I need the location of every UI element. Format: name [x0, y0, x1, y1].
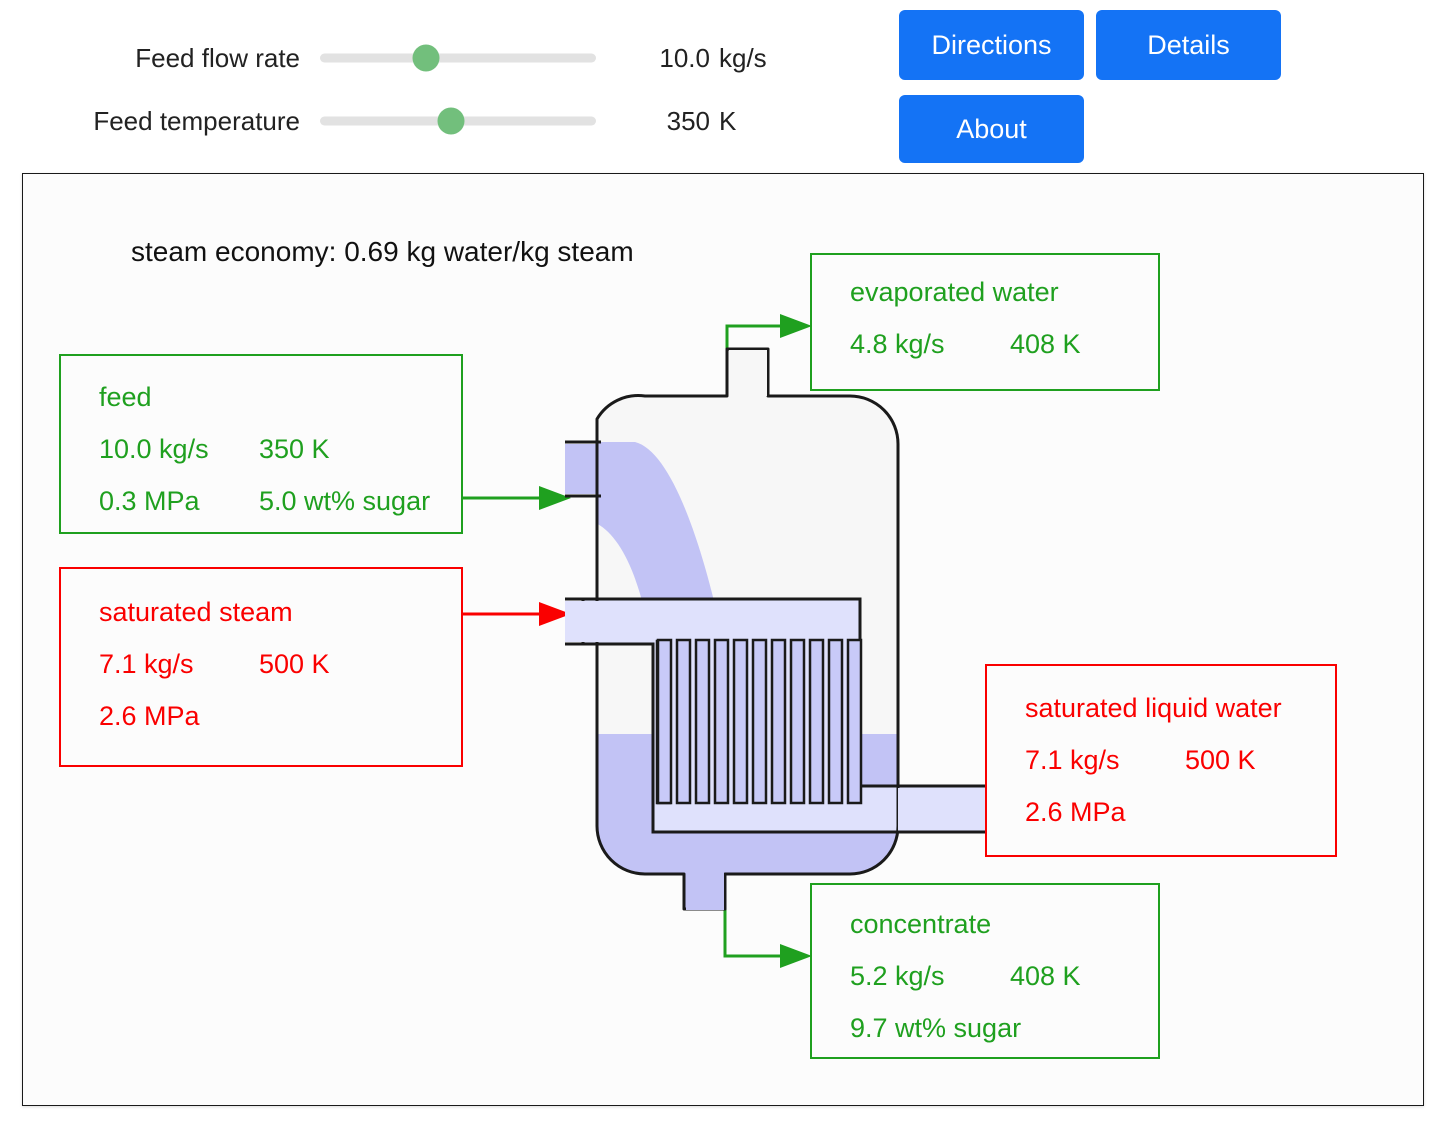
saturated-steam-flow: 7.1 kg/s	[99, 649, 194, 679]
evaporated-water-box: evaporated water 4.8 kg/s 408 K	[810, 253, 1160, 391]
saturated-liquid-water-flow: 7.1 kg/s	[1025, 745, 1120, 775]
feed-temperature-slider[interactable]	[320, 110, 596, 132]
saturated-liquid-water-line-2: 7.1 kg/s 500 K	[1025, 745, 1120, 776]
feed-flow-rate-row: Feed flow rate 10.0 kg/s	[0, 38, 767, 78]
feed-composition: 5.0 wt% sugar	[259, 486, 430, 517]
saturated-liquid-water-box: saturated liquid water 7.1 kg/s 500 K 2.…	[985, 664, 1337, 857]
saturated-liquid-water-title: saturated liquid water	[1025, 693, 1282, 724]
saturated-liquid-water-line-3: 2.6 MPa	[1025, 797, 1126, 828]
slider-thumb[interactable]	[413, 45, 440, 72]
feed-flow-rate-slider[interactable]	[320, 47, 596, 69]
feed-temperature-unit: K	[710, 106, 736, 137]
feed-flow: 10.0 kg/s	[99, 434, 209, 464]
saturated-steam-line-3: 2.6 MPa	[99, 701, 200, 732]
saturated-steam-box: saturated steam 7.1 kg/s 500 K 2.6 MPa	[59, 567, 463, 767]
concentrate-arrow	[725, 901, 812, 968]
feed-flow-rate-unit: kg/s	[710, 43, 767, 74]
saturated-steam-temp: 500 K	[259, 649, 330, 680]
slider-thumb[interactable]	[438, 108, 465, 135]
control-panel: Feed flow rate 10.0 kg/s Feed temperatur…	[0, 0, 880, 168]
feed-temperature-row: Feed temperature 350 K	[0, 101, 736, 141]
evaporated-water-temp: 408 K	[1010, 329, 1081, 360]
exchanger-tubes	[658, 640, 861, 803]
saturated-steam-pressure: 2.6 MPa	[99, 701, 200, 731]
feed-temperature-value: 350	[596, 106, 710, 137]
feed-stream-arrow	[461, 486, 571, 510]
concentrate-box: concentrate 5.2 kg/s 408 K 9.7 wt% sugar	[810, 883, 1160, 1059]
saturated-steam-arrow	[461, 602, 571, 626]
concentrate-title: concentrate	[850, 909, 991, 940]
feed-title: feed	[99, 382, 152, 413]
saturated-liquid-water-temp: 500 K	[1185, 745, 1256, 776]
evaporated-water-title: evaporated water	[850, 277, 1059, 308]
feed-temperature-label: Feed temperature	[0, 106, 320, 137]
concentrate-composition: 9.7 wt% sugar	[850, 1013, 1021, 1043]
evaporator-vessel	[565, 349, 989, 934]
details-button[interactable]: Details	[1096, 10, 1281, 80]
feed-line-3: 0.3 MPa 5.0 wt% sugar	[99, 486, 200, 517]
feed-line-2: 10.0 kg/s 350 K	[99, 434, 209, 465]
steam-inlet-nozzle	[565, 599, 601, 644]
vapor-outlet-nozzle	[729, 350, 767, 396]
concentrate-line-2: 5.2 kg/s 408 K	[850, 961, 945, 992]
about-button[interactable]: About	[899, 95, 1084, 163]
concentrate-flow: 5.2 kg/s	[850, 961, 945, 991]
directions-button[interactable]: Directions	[899, 10, 1084, 80]
concentrate-line-3: 9.7 wt% sugar	[850, 1013, 1021, 1044]
feed-flow-rate-value: 10.0	[596, 43, 710, 74]
concentrate-temp: 408 K	[1010, 961, 1081, 992]
process-diagram-panel: steam economy: 0.69 kg water/kg steam	[22, 173, 1424, 1106]
condensate-outlet-nozzle	[898, 786, 989, 832]
feed-temp: 350 K	[259, 434, 330, 465]
saturated-steam-title: saturated steam	[99, 597, 293, 628]
feed-flow-rate-label: Feed flow rate	[0, 43, 320, 74]
evaporated-water-line-2: 4.8 kg/s 408 K	[850, 329, 945, 360]
feed-stream-box: feed 10.0 kg/s 350 K 0.3 MPa 5.0 wt% sug…	[59, 354, 463, 534]
slider-track	[320, 54, 596, 63]
saturated-steam-line-2: 7.1 kg/s 500 K	[99, 649, 194, 680]
saturated-liquid-water-pressure: 2.6 MPa	[1025, 797, 1126, 827]
feed-pressure: 0.3 MPa	[99, 486, 200, 516]
concentrate-outlet-nozzle	[686, 872, 724, 910]
evaporated-water-flow: 4.8 kg/s	[850, 329, 945, 359]
